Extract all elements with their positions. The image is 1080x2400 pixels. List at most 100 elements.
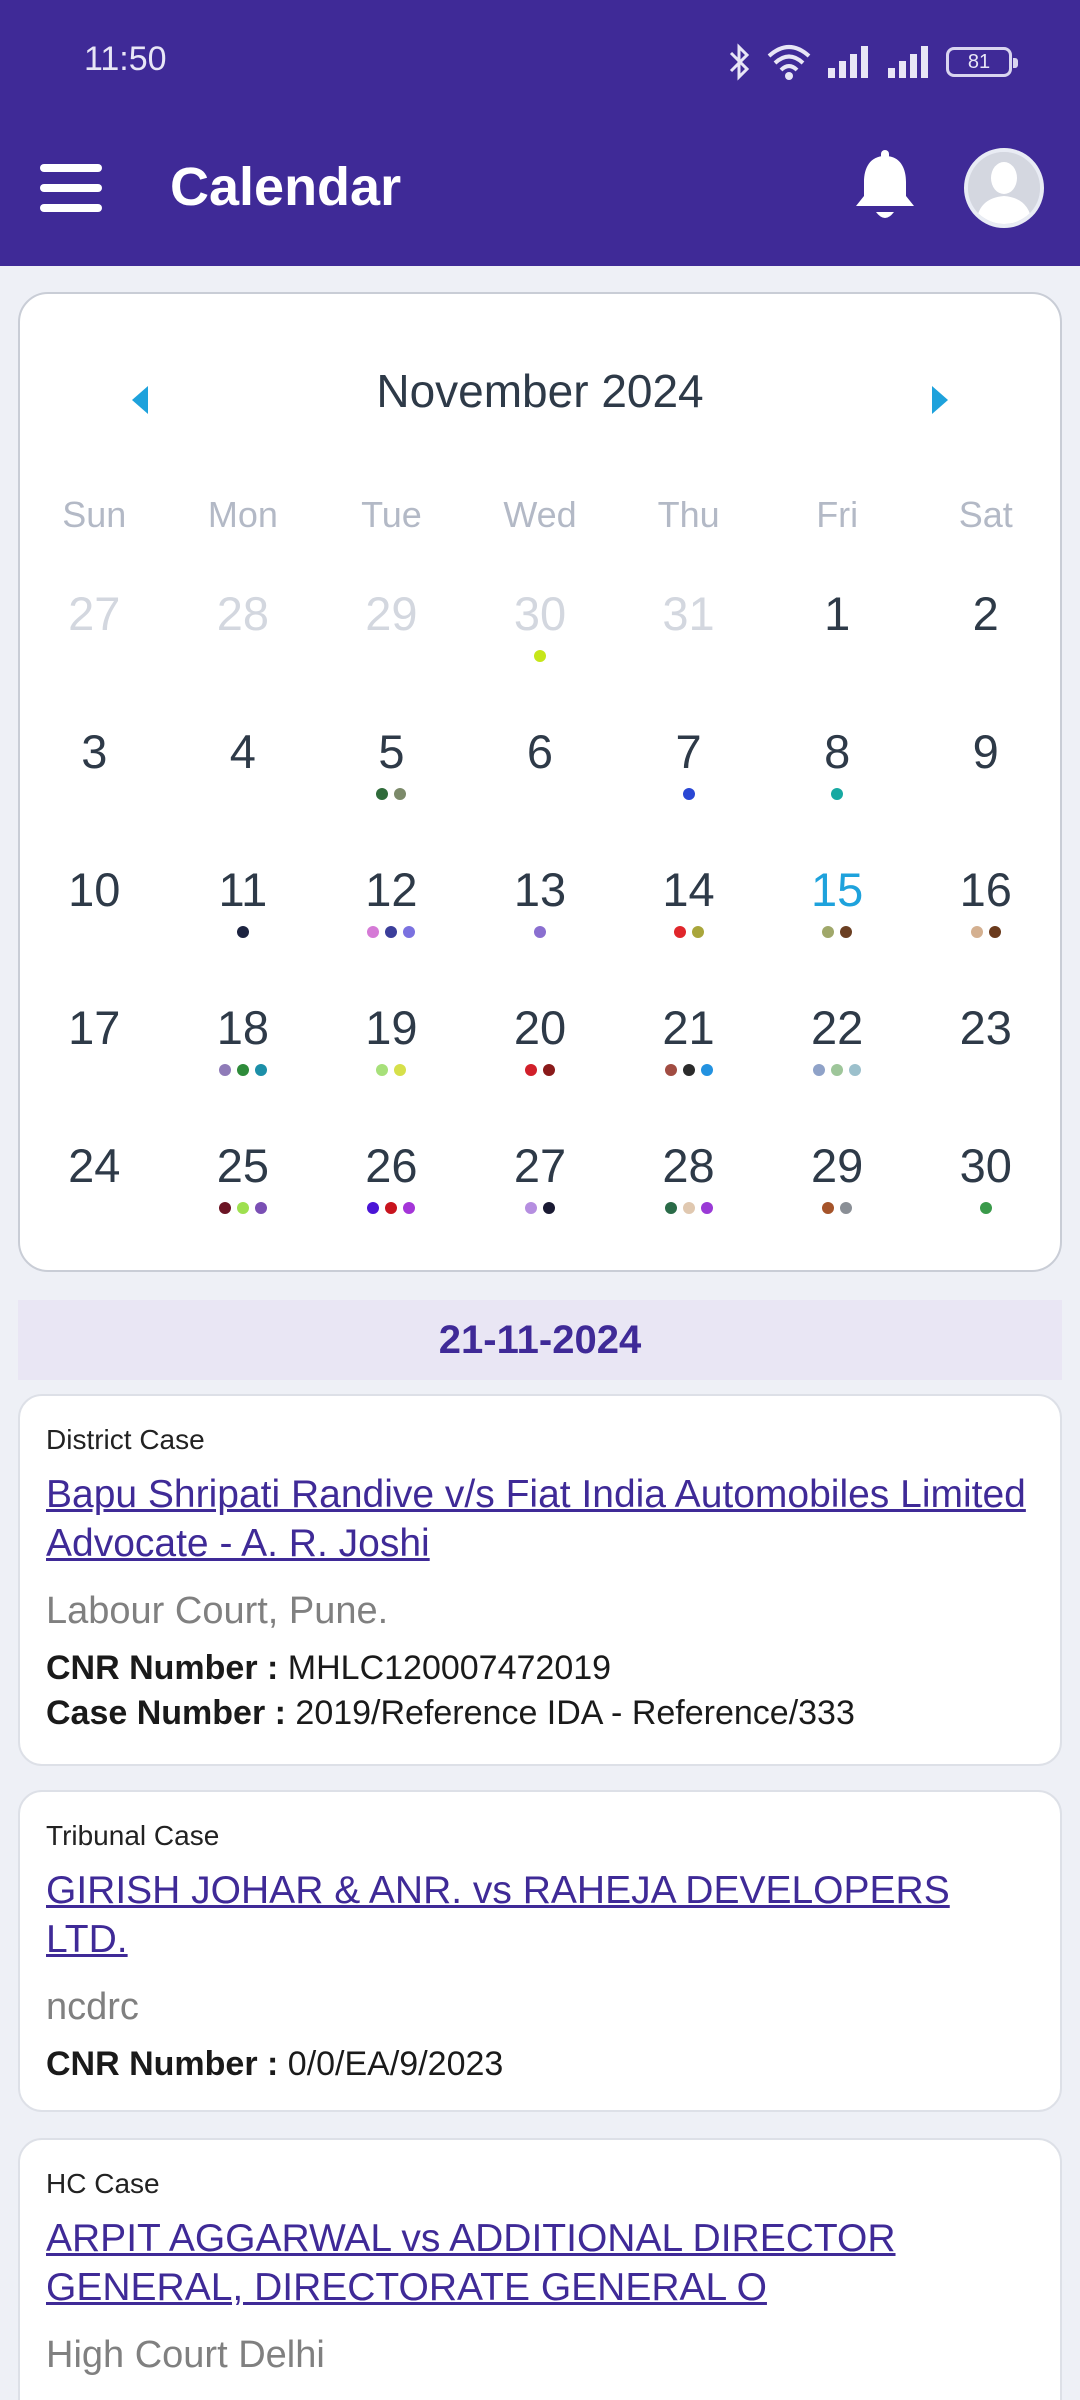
calendar-day-cell[interactable]: 22 <box>763 998 912 1136</box>
day-number: 17 <box>68 1001 121 1054</box>
day-grid: 27 28 29 30 31 1 2 3 4 5 6 7 8 9 10 11 12 13 14 15 16 17 18 19 2… <box>20 584 1060 1274</box>
event-dots <box>20 926 169 940</box>
calendar-day-cell[interactable]: 26 <box>317 1136 466 1274</box>
day-number: 11 <box>218 863 268 916</box>
event-dot <box>813 1064 826 1076</box>
weekday-label: Tue <box>361 494 422 535</box>
event-dot <box>533 926 546 938</box>
calendar-day-cell[interactable]: 15 <box>763 860 912 998</box>
case-type: HC Case <box>46 2168 160 2199</box>
profile-avatar[interactable] <box>964 148 1044 228</box>
case-title-link[interactable]: ARPIT AGGARWAL vs ADDITIONAL DIRECTOR GE… <box>46 2214 1034 2312</box>
signal-icon-2 <box>888 46 928 78</box>
calendar-day-cell[interactable]: 27 <box>466 1136 615 1274</box>
calendar-day-cell[interactable]: 23 <box>911 998 1060 1136</box>
day-number: 6 <box>526 725 554 778</box>
status-bar: 11:50 81 <box>0 0 1080 120</box>
calendar-day-cell[interactable]: 28 <box>169 584 318 722</box>
calendar-day-cell[interactable]: 10 <box>20 860 169 998</box>
calendar-header: November 2024 <box>20 354 1060 434</box>
calendar-day-cell[interactable]: 2 <box>911 584 1060 722</box>
event-dot <box>664 1202 677 1214</box>
day-number: 13 <box>513 863 567 916</box>
event-dots <box>317 1202 466 1216</box>
day-number: 2 <box>972 587 999 640</box>
day-number: 16 <box>959 863 1012 916</box>
menu-icon[interactable] <box>40 162 102 214</box>
event-dots <box>317 1064 466 1078</box>
calendar-day-cell[interactable]: 7 <box>614 722 763 860</box>
event-dot <box>254 1202 267 1214</box>
event-dots <box>614 926 763 940</box>
case-number-row: Case Number : 2019/Reference IDA - Refer… <box>46 1694 1034 1733</box>
calendar-day-cell[interactable]: 14 <box>614 860 763 998</box>
calendar-day-cell[interactable]: 30 <box>466 584 615 722</box>
day-number: 30 <box>959 1139 1012 1192</box>
day-number: 20 <box>513 1001 567 1054</box>
case-title-link[interactable]: Bapu Shripati Randive v/s Fiat India Aut… <box>46 1470 1034 1568</box>
calendar-day-cell[interactable]: 11 <box>169 860 318 998</box>
notification-bell-icon[interactable] <box>852 150 918 226</box>
event-dot <box>236 1202 249 1214</box>
calendar-day-cell[interactable]: 29 <box>763 1136 912 1274</box>
day-number: 4 <box>229 725 256 778</box>
event-dots <box>317 650 466 664</box>
calendar-day-cell[interactable]: 17 <box>20 998 169 1136</box>
event-dot <box>822 926 835 938</box>
event-dots <box>466 1202 615 1216</box>
calendar-day-cell[interactable]: 21 <box>614 998 763 1136</box>
calendar-day-cell[interactable]: 30 <box>911 1136 1060 1274</box>
event-dots <box>169 650 318 664</box>
case-card: District Case Bapu Shripati Randive v/s … <box>18 1394 1062 1766</box>
calendar-day-cell[interactable]: 16 <box>911 860 1060 998</box>
calendar-day-cell[interactable]: 20 <box>466 998 615 1136</box>
calendar-day-cell[interactable]: 24 <box>20 1136 169 1274</box>
event-dot <box>376 1064 389 1076</box>
event-dots <box>763 926 912 940</box>
calendar-day-cell[interactable]: 13 <box>466 860 615 998</box>
calendar-day-cell[interactable]: 8 <box>763 722 912 860</box>
event-dot <box>236 926 249 938</box>
bluetooth-icon <box>729 43 750 81</box>
battery-level: 81 <box>967 50 991 73</box>
event-dot <box>254 1064 267 1076</box>
event-dot <box>533 650 546 662</box>
day-number: 18 <box>216 1001 269 1054</box>
event-dots <box>169 926 318 940</box>
calendar-day-cell[interactable]: 27 <box>20 584 169 722</box>
calendar-day-cell[interactable]: 31 <box>614 584 763 722</box>
event-dots <box>317 926 466 940</box>
calendar-day-cell[interactable]: 9 <box>911 722 1060 860</box>
calendar-day-cell[interactable]: 5 <box>317 722 466 860</box>
court-name: High Court Delhi <box>46 2334 325 2376</box>
calendar-day-cell[interactable]: 18 <box>169 998 318 1136</box>
event-dots <box>20 650 169 664</box>
calendar-day-cell[interactable]: 29 <box>317 584 466 722</box>
calendar-day-cell[interactable]: 28 <box>614 1136 763 1274</box>
case-title-link[interactable]: GIRISH JOHAR & ANR. vs RAHEJA DEVELOPERS… <box>46 1866 1034 1964</box>
app-header: 11:50 81 Calendar <box>0 0 1080 266</box>
cnr-value: MHLC120007472019 <box>287 1649 612 1687</box>
calendar-day-cell[interactable]: 6 <box>466 722 615 860</box>
calendar-day-cell[interactable]: 4 <box>169 722 318 860</box>
day-number: 1 <box>824 587 851 640</box>
cnr-value: 0/0/EA/9/2023 <box>287 2045 504 2083</box>
next-month-icon[interactable] <box>920 380 960 420</box>
calendar-day-cell[interactable]: 12 <box>317 860 466 998</box>
case-number-value: 2019/Reference IDA - Reference/333 <box>295 1694 855 1732</box>
event-dot <box>849 1064 862 1076</box>
calendar-day-cell[interactable]: 1 <box>763 584 912 722</box>
event-dots <box>169 1202 318 1216</box>
event-dot <box>700 1064 713 1076</box>
cnr-number-row: CNR Number : 0/0/EA/9/2023 <box>46 2045 1034 2084</box>
page-title: Calendar <box>170 157 402 217</box>
event-dot <box>840 926 853 938</box>
event-dot <box>524 1202 537 1214</box>
calendar-day-cell[interactable]: 19 <box>317 998 466 1136</box>
day-number: 8 <box>824 725 851 778</box>
calendar-day-cell[interactable]: 25 <box>169 1136 318 1274</box>
event-dot <box>385 926 398 938</box>
event-dot <box>367 1202 380 1214</box>
event-dot <box>385 1202 398 1214</box>
calendar-day-cell[interactable]: 3 <box>20 722 169 860</box>
